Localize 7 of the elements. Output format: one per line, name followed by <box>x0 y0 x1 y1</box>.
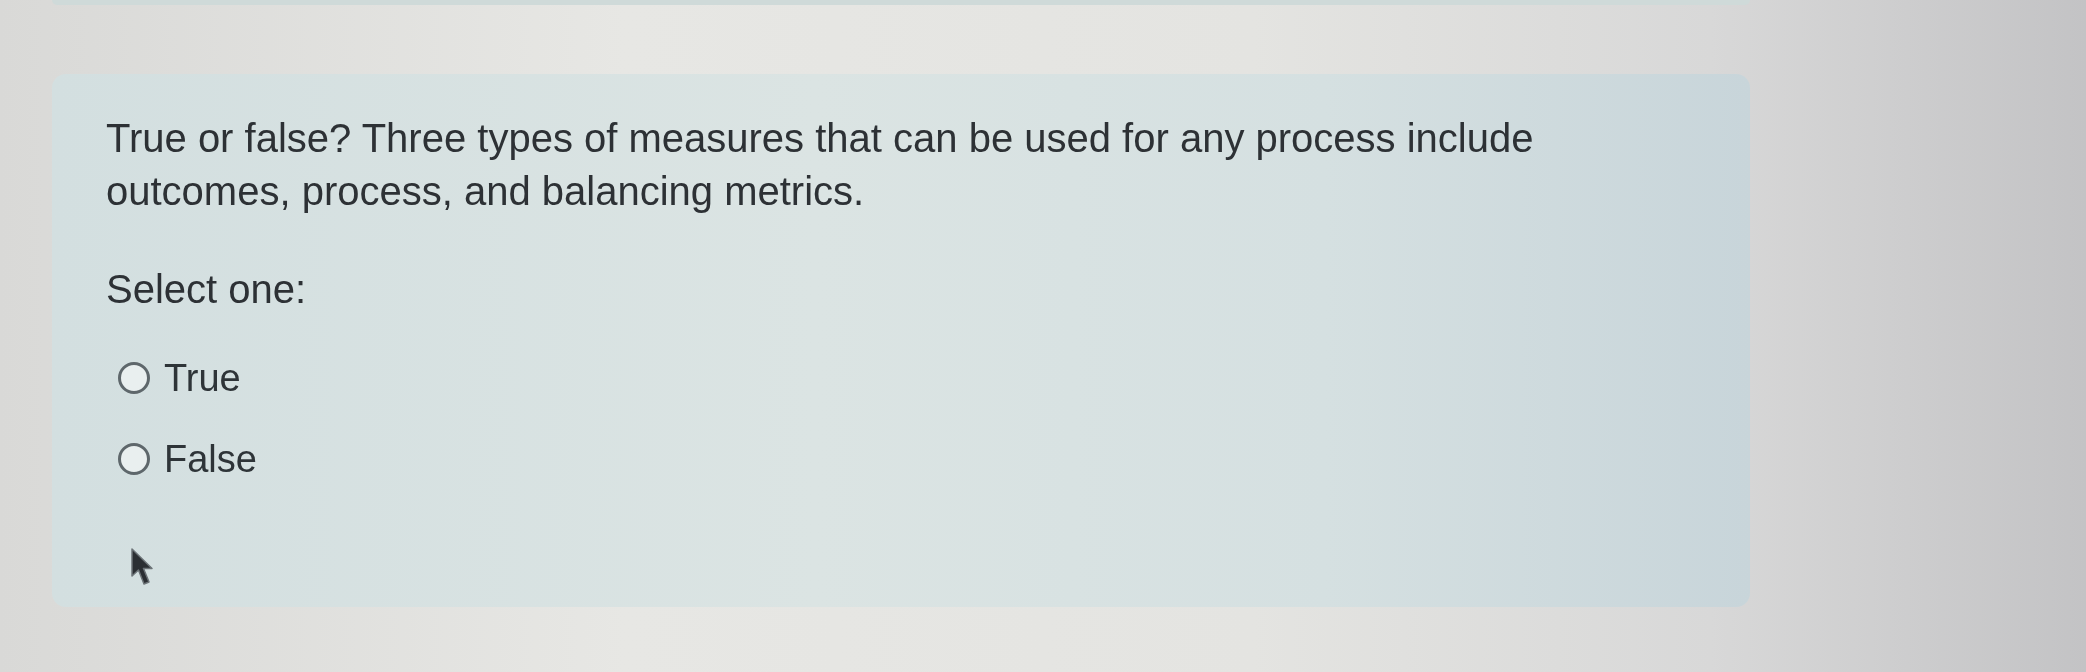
select-prompt: Select one: <box>106 266 307 313</box>
radio-button[interactable] <box>118 362 150 394</box>
question-text: True or false? Three types of measures that can be used for any process include outcomes, process, and balancing metrics. <box>106 115 1535 215</box>
radio-button[interactable] <box>118 443 150 475</box>
cursor-icon <box>130 548 156 586</box>
option-label[interactable]: False <box>164 434 257 484</box>
option-label[interactable]: True <box>164 353 241 403</box>
